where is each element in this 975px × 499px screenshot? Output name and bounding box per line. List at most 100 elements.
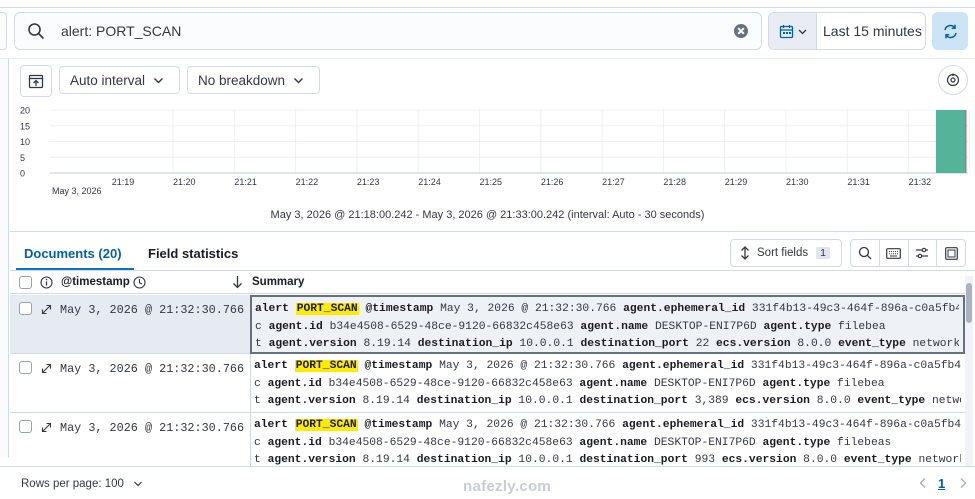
row-summary[interactable]: alert PORT_SCAN @timestamp May 3, 2026 @… [250,295,965,354]
x-tick-label: 21:26 [541,177,564,187]
summary-line: c agent.id b34e4508-6529-48ce-9120-66832… [255,319,959,337]
field-key: agent.ephemeral_id [622,360,751,372]
histogram-toolbar: Auto interval No breakdown [0,58,975,98]
column-header-timestamp[interactable]: @timestamp [61,276,130,288]
date-picker[interactable]: Last 15 minutes [768,12,926,50]
row-timestamp: May 3, 2026 @ 21:32:30.766 [60,362,245,376]
info-icon[interactable] [40,276,53,289]
y-tick-label: 15 [20,121,30,131]
summary-line: alert PORT_SCAN @timestamp May 3, 2026 @… [255,301,959,319]
summary-line: alert PORT_SCAN @timestamp May 3, 2026 @… [254,358,961,376]
x-tick-label: 21:32 [909,177,932,187]
time-range-text: May 3, 2026 @ 21:18:00.242 - May 3, 2026… [270,209,705,221]
field-value: t [255,338,269,350]
table-header: @timestamp Summary [10,271,965,294]
top-strip [0,0,975,8]
x-tick-label: 21:22 [296,177,319,187]
breakdown-select[interactable]: No breakdown [187,66,320,94]
field-key: agent.id [267,436,329,449]
next-page-icon[interactable] [958,477,968,489]
search-highlight: PORT_SCAN [294,360,358,372]
date-range-label[interactable]: Last 15 minutes [817,23,922,39]
row-checkbox[interactable] [19,420,32,433]
summary-line: t agent.version 8.19.14 destination_ip 1… [254,393,961,411]
table-row[interactable]: May 3, 2026 @ 21:32:30.766 alert PORT_SCA… [10,295,965,354]
row-checkbox[interactable] [19,302,32,315]
rows-per-page-select[interactable]: Rows per page: 100 [21,478,143,490]
tab-field-statistics[interactable]: Field statistics [148,246,238,261]
field-key: agent.version [268,338,364,350]
field-value: 8.0.0 [797,338,839,350]
search-icon [858,246,872,260]
field-value: 8.0.0 [816,395,858,407]
field-value: DESKTOP-ENI7P6D [654,377,763,390]
x-tick-label: 21:19 [112,177,135,187]
row-summary[interactable]: alert PORT_SCAN @timestamp May 3, 2026 @… [250,413,965,472]
calendar-icon [779,24,793,38]
field-key: agent.ephemeral_id [622,419,751,431]
previous-page-icon[interactable] [918,477,928,489]
sort-icon [741,246,749,260]
table-row[interactable]: May 3, 2026 @ 21:32:30.766 alert PORT_SCA… [10,413,965,472]
chart-options-button[interactable] [938,65,968,95]
x-tick-label: 21:21 [234,177,257,187]
toggle-chart-button[interactable] [20,65,52,97]
field-value: b34e4508-6529-48ce-9120-66832c458e63 [328,377,580,390]
field-key: agent.type [762,377,838,390]
grid-search-button[interactable] [851,240,880,266]
field-value: 8.19.14 [362,454,417,466]
select-all-checkbox[interactable] [19,276,32,289]
row-summary[interactable]: alert PORT_SCAN @timestamp May 3, 2026 @… [250,354,965,413]
expand-row-icon[interactable] [41,304,52,315]
field-key: alert [254,360,295,372]
row-checkbox[interactable] [19,361,32,374]
table-row[interactable]: May 3, 2026 @ 21:32:30.766 alert PORT_SCA… [10,354,965,413]
field-key: ecs.version [735,395,817,407]
search-input[interactable]: alert: PORT_SCAN [14,12,762,50]
refresh-button[interactable] [932,12,968,50]
x-tick-label: 21:25 [480,177,503,187]
field-value: filebea [838,320,886,333]
field-value: 22 [695,338,717,350]
field-key: agent.ephemeral_id [623,303,752,315]
keyboard-shortcuts-button[interactable] [880,240,909,266]
expand-row-icon[interactable] [41,422,52,433]
data-view-picker-stub[interactable] [0,12,7,50]
chevron-down-icon [798,29,806,34]
field-key: agent.name [580,320,655,333]
histogram-bar [936,110,966,173]
chevron-down-icon [294,77,304,83]
fullscreen-button[interactable] [937,240,965,266]
chevron-down-icon [154,77,164,83]
x-tick-label: 21:29 [725,177,748,187]
field-key: agent.version [267,395,363,407]
interval-select[interactable]: Auto interval [59,66,180,94]
column-header-summary[interactable]: Summary [252,276,304,288]
x-tick-label: 21:27 [602,177,625,187]
sort-descending-icon[interactable] [232,275,243,289]
field-value: network_conn… [912,338,959,350]
table-scrollbar-thumb[interactable] [966,283,972,323]
sort-fields-button[interactable]: Sort fields 1 [730,239,842,267]
query-text[interactable]: alert: PORT_SCAN [61,23,734,39]
watermark-text: nafezly.com [463,478,552,495]
field-key: event_type [843,454,919,466]
field-value: network_conn… [918,454,961,466]
field-value: b34e4508-6529-48ce-9120-66832c458e63 [329,320,581,333]
field-value: b34e4508-6529-48ce-9120-66832c458e63 [328,436,580,449]
field-value: 10.0.0.1 [518,395,580,407]
field-key: destination_ip [416,395,519,407]
field-key: agent.id [268,320,330,333]
clear-query-icon[interactable] [734,24,748,38]
x-tick-label: 21:20 [173,177,196,187]
expand-row-icon[interactable] [41,363,52,374]
field-value: 8.19.14 [363,338,418,350]
display-settings-button[interactable] [909,240,938,266]
tab-documents[interactable]: Documents (20) [24,246,122,261]
quick-select-button[interactable] [769,13,817,49]
field-key: agent.name [579,377,654,390]
field-value: filebeas [837,436,892,449]
row-timestamp: May 3, 2026 @ 21:32:30.766 [60,421,245,435]
page-number-current[interactable]: 1 [938,476,945,491]
field-key: event_type [857,395,932,407]
